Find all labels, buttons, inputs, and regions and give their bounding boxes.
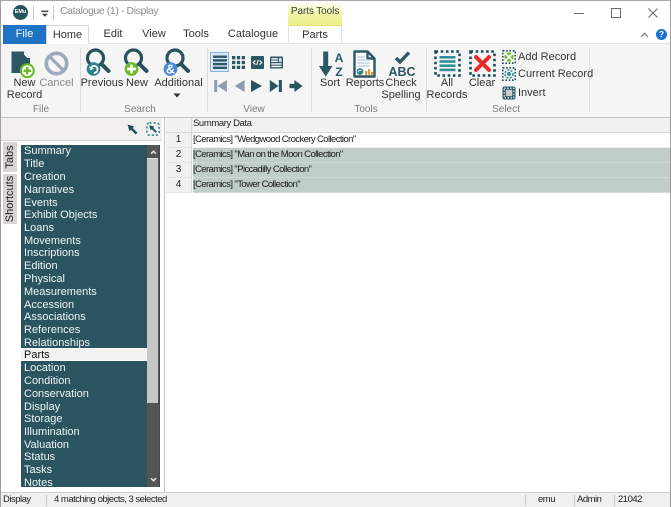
svg-text:&: & <box>166 62 175 76</box>
svg-text:A: A <box>335 51 344 65</box>
